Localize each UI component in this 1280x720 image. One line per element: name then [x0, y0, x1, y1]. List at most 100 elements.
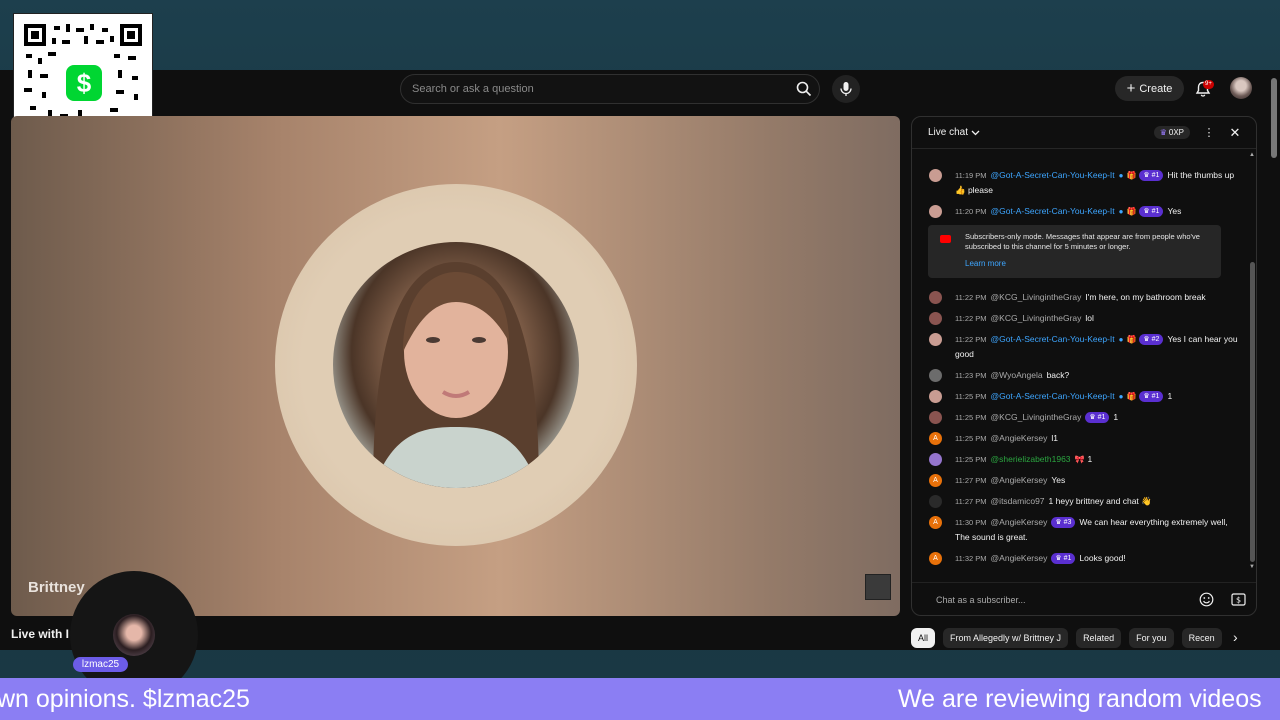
chat-message: 11:25 PM @sherielizabeth1963 🎀 1: [912, 452, 1248, 467]
chat-more-options-button[interactable]: ⋮: [1198, 126, 1220, 139]
chat-message: 11:22 PM @Got-A-Secret-Can-You-Keep-It ● 🎁 ♛…: [912, 332, 1248, 362]
message-author[interactable]: @AngieKersey: [991, 553, 1048, 563]
chevron-right-icon[interactable]: ›: [1233, 629, 1238, 645]
message-author[interactable]: @Got-A-Secret-Can-You-Keep-It: [991, 170, 1115, 180]
chat-scrollbar[interactable]: ▲ ▼: [1249, 150, 1256, 576]
chip-all[interactable]: All: [911, 628, 936, 648]
message-time: 11:25 PM: [955, 392, 987, 401]
message-text: lol: [1085, 313, 1094, 323]
author-avatar: A: [929, 516, 942, 529]
message-author[interactable]: @Got-A-Secret-Can-You-Keep-It: [991, 391, 1115, 401]
chat-message: 11:25 PM @KCG_LivingintheGray ♛ #1 1: [912, 410, 1248, 425]
scroll-up-icon[interactable]: ▲: [1249, 152, 1255, 158]
rank-badge: ♛ #3: [1051, 517, 1076, 528]
verified-icon: ●: [1118, 335, 1124, 344]
message-author[interactable]: @AngieKersey: [991, 433, 1048, 443]
gift-icon: 🎁: [1126, 392, 1137, 401]
search-button[interactable]: [789, 74, 819, 104]
chat-message: 11:22 PM @KCG_LivingintheGray I'm here, on…: [912, 290, 1248, 305]
ticker-text-left: wn opinions. $lzmac25: [0, 685, 250, 713]
verified-icon: ●: [1118, 207, 1124, 216]
chat-close-button[interactable]: ✕: [1224, 125, 1246, 141]
chat-message: A 11:25 PM @AngieKersey l1: [912, 431, 1248, 446]
author-avatar: [929, 411, 942, 424]
chip-for-you[interactable]: For you: [1129, 628, 1174, 648]
overlay-handle-badge: lzmac25: [73, 657, 128, 672]
account-avatar[interactable]: [1230, 77, 1252, 99]
streamer-portrait: [333, 242, 579, 488]
author-avatar: [929, 291, 942, 304]
gift-icon: 🎁: [1126, 171, 1137, 180]
xp-value: 0XP: [1168, 128, 1184, 137]
message-author[interactable]: @WyoAngela: [991, 370, 1043, 380]
video-player[interactable]: Brittney: [11, 116, 900, 616]
chip-from-channel[interactable]: From Allegedly w/ Brittney J: [943, 628, 1069, 648]
message-author[interactable]: @AngieKersey: [991, 475, 1048, 485]
rank-badge: ♛ #1: [1085, 412, 1110, 423]
emoji-button[interactable]: [1196, 590, 1216, 610]
xp-badge[interactable]: ♛ 0XP: [1153, 126, 1190, 139]
author-avatar: [929, 169, 942, 182]
rank-badge: ♛ #1: [1139, 391, 1164, 402]
message-text: 1 heyy brittney and chat 👋: [1048, 496, 1152, 506]
chat-input[interactable]: [936, 594, 1184, 605]
page-scrollbar[interactable]: [1268, 70, 1280, 650]
message-time: 11:25 PM: [955, 455, 987, 464]
chat-scroll-thumb[interactable]: [1250, 262, 1255, 562]
face-illustration: [373, 262, 539, 488]
message-author[interactable]: @KCG_LivingintheGray: [991, 313, 1082, 323]
message-text: I'm here, on my bathroom break: [1085, 292, 1206, 302]
message-text: 1: [1167, 391, 1173, 401]
verified-icon: ●: [1118, 392, 1124, 401]
chip-related[interactable]: Related: [1076, 628, 1122, 648]
search-input[interactable]: [412, 83, 789, 95]
message-text: Looks good!: [1079, 553, 1126, 563]
chat-input-row: $: [912, 582, 1256, 615]
message-time: 11:27 PM: [955, 476, 987, 485]
message-author[interactable]: @sherielizabeth1963: [991, 454, 1071, 464]
message-text: back?: [1046, 370, 1070, 380]
close-icon: ✕: [1229, 124, 1241, 140]
chat-message: A 11:32 PM @AngieKersey ♛ #1 Looks good!: [912, 551, 1248, 566]
message-author[interactable]: @KCG_LivingintheGray: [991, 412, 1082, 422]
chat-message: A 11:27 PM @AngieKersey Yes: [912, 473, 1248, 488]
chat-mode-dropdown[interactable]: Live chat: [928, 127, 980, 138]
chat-message: 11:25 PM @Got-A-Secret-Can-You-Keep-It ● 🎁 ♛…: [912, 389, 1248, 404]
learn-more-link[interactable]: Learn more: [965, 259, 1211, 269]
video-title: Live with I: [11, 627, 70, 641]
sticker-icon: 🎀: [1074, 455, 1085, 464]
author-avatar: [929, 205, 942, 218]
create-button[interactable]: + Create: [1115, 76, 1184, 101]
message-author[interactable]: @AngieKersey: [991, 517, 1048, 527]
youtube-icon: [940, 235, 951, 243]
notification-count-badge: 9+: [1203, 80, 1214, 89]
message-text: Yes: [1167, 206, 1182, 216]
overlay-avatar-image: [113, 614, 155, 656]
chip-recent[interactable]: Recen: [1181, 628, 1222, 648]
voice-search-button[interactable]: [832, 75, 860, 103]
chat-message-list[interactable]: 11:19 PM @Got-A-Secret-Can-You-Keep-It ● 🎁 ♛…: [912, 150, 1248, 576]
message-author[interactable]: @Got-A-Secret-Can-You-Keep-It: [991, 206, 1115, 216]
page-scroll-thumb[interactable]: [1271, 78, 1277, 158]
verified-icon: ●: [1118, 171, 1124, 180]
super-chat-icon: $: [1230, 593, 1246, 606]
chat-title: Live chat: [928, 127, 969, 138]
scroll-down-icon[interactable]: ▼: [1249, 564, 1255, 570]
message-author[interactable]: @KCG_LivingintheGray: [991, 292, 1082, 302]
author-avatar: [929, 369, 942, 382]
rank-badge: ♛ #1: [1139, 170, 1164, 181]
message-author[interactable]: @itsdamico97: [991, 496, 1045, 506]
author-avatar: [929, 390, 942, 403]
message-text: Yes: [1051, 475, 1066, 485]
cashapp-logo: $: [66, 65, 102, 101]
message-author[interactable]: @Got-A-Secret-Can-You-Keep-It: [991, 334, 1115, 344]
super-chat-button[interactable]: $: [1228, 590, 1248, 610]
channel-watermark[interactable]: [865, 574, 891, 600]
more-vertical-icon: ⋮: [1203, 127, 1215, 139]
message-time: 11:25 PM: [955, 434, 987, 443]
gift-icon: 🎁: [1126, 207, 1137, 216]
chat-message: 11:27 PM @itsdamico97 1 heyy brittney and …: [912, 494, 1248, 509]
rank-badge: ♛ #1: [1051, 553, 1076, 564]
subscribers-only-notice: Subscribers-only mode. Messages that app…: [928, 225, 1221, 278]
stream-ticker-banner: wn opinions. $lzmac25 We are reviewing r…: [0, 678, 1280, 720]
